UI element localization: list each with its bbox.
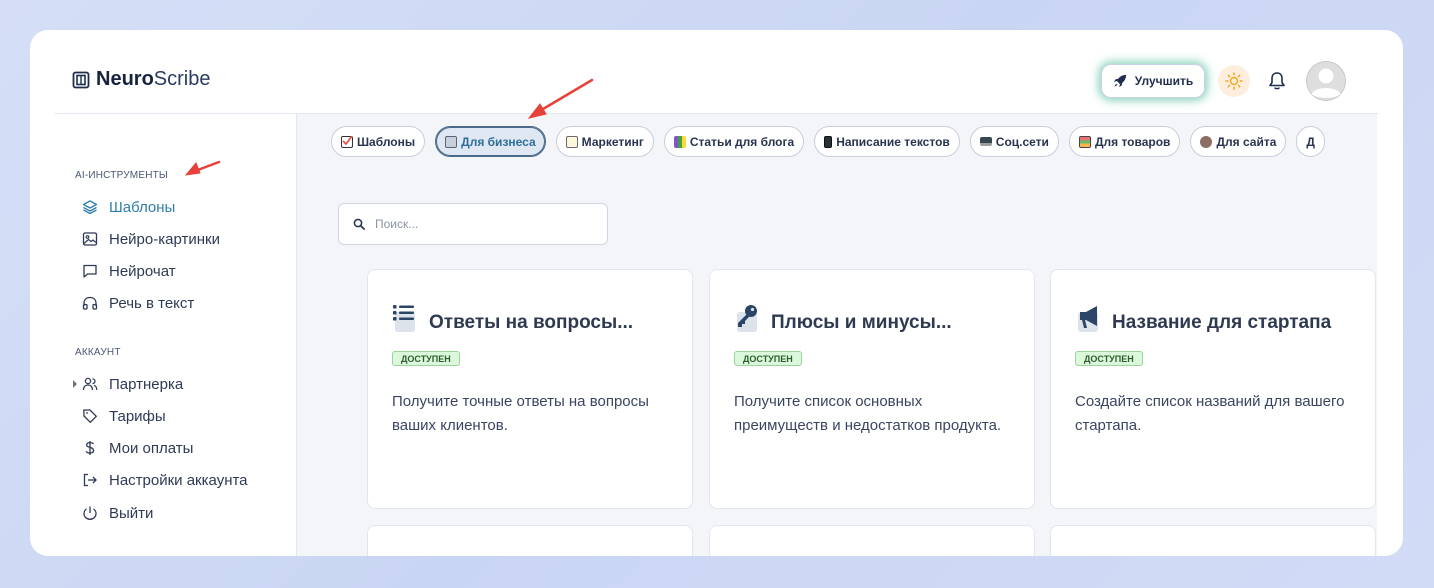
- checkbox-emoji-icon: [341, 135, 353, 148]
- list-icon: [393, 305, 415, 332]
- sun-icon: [1225, 72, 1243, 90]
- sidebar-item-neuro-images[interactable]: Нейро-картинки: [82, 228, 220, 250]
- tab-copywriting[interactable]: Написание текстов: [814, 126, 960, 157]
- sidebar-item-templates[interactable]: Шаблоны: [82, 196, 175, 218]
- ledger-emoji-icon: [445, 135, 458, 148]
- template-card-answers[interactable]: Ответы на вопросы... ДОСТУПЕН Получите т…: [367, 269, 693, 509]
- logo-text-light: Scribe: [153, 68, 211, 90]
- section-title-tools: AI-ИНСТРУМЕНТЫ: [75, 170, 168, 181]
- boxes-emoji-icon: [1078, 135, 1091, 148]
- template-card-partial[interactable]: [367, 525, 693, 556]
- tab-templates[interactable]: Шаблоны: [331, 126, 426, 157]
- sidebar-item-label: Мои оплаты: [109, 439, 194, 457]
- bell-icon[interactable]: [1266, 70, 1288, 92]
- layers-icon: [82, 200, 98, 215]
- tab-social[interactable]: Соц.сети: [969, 126, 1059, 157]
- template-card-partial[interactable]: [709, 525, 1035, 556]
- sidebar-item-label: Нейро-картинки: [109, 230, 220, 248]
- phone-emoji-icon: [824, 135, 833, 148]
- section-title-account: АККАУНТ: [75, 347, 121, 358]
- status-badge: ДОСТУПЕН: [734, 351, 802, 366]
- category-tabs: Шаблоны Для бизнеса Маркетинг Статьи для…: [331, 126, 1335, 158]
- card-description: Получите список основных преимуществ и н…: [734, 393, 1002, 434]
- app-window: Neuro Scribe Улучшить AI-ИНСТРУМЕНТЫ Шаб…: [30, 30, 1403, 556]
- user-avatar-icon: [1306, 61, 1346, 101]
- sidebar: AI-ИНСТРУМЕНТЫ Шаблоны Нейро-картинки Не…: [30, 114, 296, 556]
- tab-products[interactable]: Для товаров: [1068, 126, 1181, 157]
- sidebar-item-label: Нейрочат: [109, 262, 176, 280]
- sidebar-item-partners[interactable]: Партнерка: [82, 373, 183, 395]
- template-card-startup-name[interactable]: Название для стартапа ДОСТУПЕН Создайте …: [1050, 269, 1376, 509]
- tab-website[interactable]: Для сайта: [1190, 126, 1287, 157]
- logo[interactable]: Neuro Scribe: [72, 68, 211, 91]
- sidebar-item-label: Настройки аккаунта: [109, 471, 248, 489]
- expand-caret-icon[interactable]: [73, 380, 77, 388]
- sidebar-item-payments[interactable]: Мои оплаты: [82, 437, 193, 459]
- rocket-icon: [1113, 74, 1126, 88]
- card-title: Ответы на вопросы...: [429, 312, 634, 333]
- sidebar-item-label: Шаблоны: [109, 198, 176, 216]
- upgrade-label: Улучшить: [1134, 74, 1194, 88]
- search-icon: [353, 218, 365, 230]
- theme-toggle-button[interactable]: [1218, 65, 1250, 97]
- users-icon: [82, 377, 98, 391]
- power-icon: [83, 506, 97, 520]
- sidebar-item-tariffs[interactable]: Тарифы: [82, 405, 166, 427]
- dollar-icon: [85, 441, 95, 455]
- status-badge: ДОСТУПЕН: [1075, 351, 1143, 366]
- tag-icon: [83, 409, 97, 423]
- sidebar-item-neurochat[interactable]: Нейрочат: [82, 260, 176, 282]
- tab-blog-articles[interactable]: Статьи для блога: [663, 126, 805, 157]
- sidebar-item-label: Выйти: [109, 504, 154, 522]
- logo-text-bold: Neuro: [96, 68, 154, 90]
- image-icon: [82, 232, 98, 246]
- card-description: Создайте список названий для вашего стар…: [1075, 393, 1345, 434]
- main-content: Шаблоны Для бизнеса Маркетинг Статьи для…: [297, 114, 1377, 556]
- sidebar-item-label: Речь в текст: [109, 294, 195, 312]
- template-card-partial[interactable]: [1050, 525, 1376, 556]
- header: Neuro Scribe Улучшить: [30, 30, 1403, 113]
- card-title: Плюсы и минусы...: [771, 312, 952, 333]
- logout-arrow-icon: [83, 473, 97, 487]
- status-badge: ДОСТУПЕН: [392, 351, 460, 366]
- tab-for-business[interactable]: Для бизнеса: [435, 126, 546, 157]
- sidebar-item-logout[interactable]: Выйти: [82, 502, 153, 524]
- search-input[interactable]: [375, 217, 595, 231]
- megaphone-icon: [1078, 306, 1098, 332]
- tab-more[interactable]: Д: [1296, 126, 1325, 157]
- sidebar-item-label: Тарифы: [109, 407, 166, 425]
- chat-icon: [83, 264, 97, 278]
- avatar[interactable]: [1306, 61, 1346, 101]
- upgrade-button[interactable]: Улучшить: [1101, 64, 1205, 98]
- mask-emoji-icon: [1200, 135, 1213, 148]
- bookstack-emoji-icon: [673, 135, 686, 148]
- logo-icon: [72, 71, 90, 88]
- card-description: Получите точные ответы на вопросы ваших …: [392, 393, 649, 434]
- sidebar-item-account-settings[interactable]: Настройки аккаунта: [82, 469, 248, 491]
- laptop-emoji-icon: [979, 137, 992, 146]
- tab-marketing[interactable]: Маркетинг: [555, 126, 654, 157]
- key-icon: [737, 305, 757, 332]
- memo-emoji-icon: [565, 135, 578, 148]
- card-title: Название для стартапа: [1112, 312, 1332, 333]
- sidebar-item-label: Партнерка: [109, 375, 184, 393]
- sidebar-item-speech-to-text[interactable]: Речь в текст: [82, 292, 194, 314]
- headphones-icon: [82, 296, 98, 310]
- template-card-pros-cons[interactable]: Плюсы и минусы... ДОСТУПЕН Получите спис…: [709, 269, 1035, 509]
- search-box[interactable]: [338, 203, 608, 245]
